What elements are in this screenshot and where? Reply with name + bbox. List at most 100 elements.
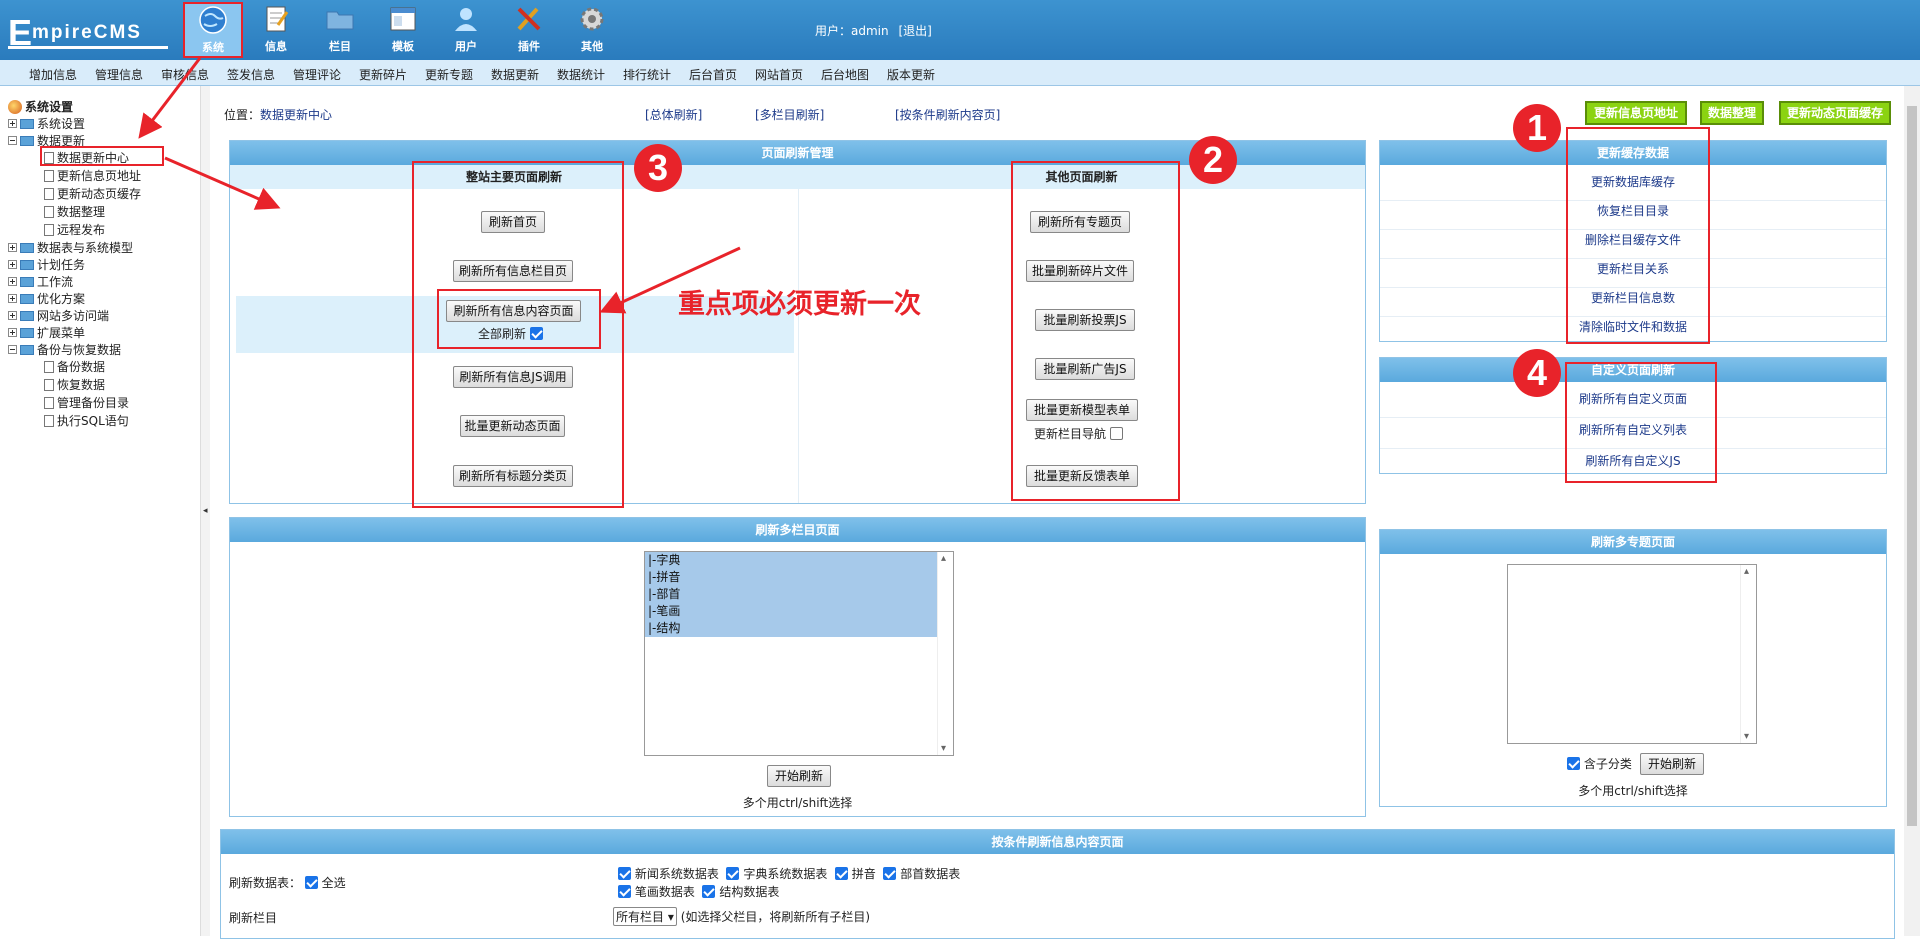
subnav-update-topic[interactable]: 更新专题 bbox=[425, 66, 473, 83]
folder-icon bbox=[20, 310, 34, 321]
subnav-manage-info[interactable]: 管理信息 bbox=[95, 66, 143, 83]
breadcrumb-current[interactable]: 数据更新中心 bbox=[260, 108, 332, 122]
empirecms-logo[interactable]: E mpireCMS bbox=[8, 12, 176, 53]
column-option[interactable]: |-结构 bbox=[645, 620, 937, 637]
column-option[interactable]: |-部首 bbox=[645, 586, 937, 603]
left-tree: 系统设置 系统设置 数据更新 数据更新中心 更新信息页地址 更新动态页缓存 数据… bbox=[0, 86, 200, 936]
expand-icon[interactable] bbox=[8, 328, 17, 337]
nav-template[interactable]: 模板 bbox=[373, 3, 433, 57]
subnav-audit-info[interactable]: 审核信息 bbox=[161, 66, 209, 83]
tree-item-restore-data[interactable]: 恢复数据 bbox=[44, 376, 105, 393]
subnav-update-fragment[interactable]: 更新碎片 bbox=[359, 66, 407, 83]
sidebar-toggle[interactable]: ◂ bbox=[200, 86, 210, 936]
listbox-scrollbar[interactable] bbox=[937, 552, 953, 755]
page-icon bbox=[44, 396, 54, 409]
link-condition-refresh[interactable]: [按条件刷新内容页] bbox=[895, 108, 1000, 122]
page-icon bbox=[44, 169, 54, 182]
expand-icon[interactable] bbox=[8, 294, 17, 303]
nav-column[interactable]: 栏目 bbox=[310, 3, 370, 57]
collapse-icon[interactable] bbox=[8, 136, 17, 145]
expand-icon[interactable] bbox=[8, 260, 17, 269]
subnav-rank-stats[interactable]: 排行统计 bbox=[623, 66, 671, 83]
tree-item-system-settings[interactable]: 系统设置 bbox=[8, 115, 85, 132]
expand-icon[interactable] bbox=[8, 243, 17, 252]
annotation-number-2: 2 bbox=[1189, 136, 1237, 184]
select-all-checkbox[interactable] bbox=[304, 876, 318, 889]
tree-item-manage-backup-dir[interactable]: 管理备份目录 bbox=[44, 394, 129, 411]
table-checkbox[interactable] bbox=[726, 867, 740, 880]
subnav-version-update[interactable]: 版本更新 bbox=[887, 66, 935, 83]
subnav-data-update[interactable]: 数据更新 bbox=[491, 66, 539, 83]
tree-item-optimization[interactable]: 优化方案 bbox=[8, 290, 85, 307]
page-icon bbox=[44, 205, 54, 218]
nav-other[interactable]: 其他 bbox=[562, 3, 622, 57]
start-multi-topic-refresh-button[interactable]: 开始刷新 bbox=[1640, 753, 1704, 775]
logout-link[interactable]: [退出] bbox=[898, 24, 931, 38]
page-scrollbar[interactable] bbox=[1904, 86, 1920, 936]
update-dynamic-cache-button[interactable]: 更新动态页面缓存 bbox=[1779, 101, 1891, 125]
update-info-url-button[interactable]: 更新信息页地址 bbox=[1585, 101, 1687, 125]
username: admin bbox=[851, 24, 889, 38]
page-icon bbox=[44, 187, 54, 200]
tree-root[interactable]: 系统设置 bbox=[8, 98, 73, 115]
expand-icon[interactable] bbox=[8, 277, 17, 286]
subnav-sign-info[interactable]: 签发信息 bbox=[227, 66, 275, 83]
nav-plugin[interactable]: 插件 bbox=[499, 3, 559, 57]
page-icon bbox=[44, 414, 54, 427]
multi-column-panel: 刷新多栏目页面 |-字典 |-拼音 |-部首 |-笔画 |-结构 开始刷新 多个… bbox=[229, 517, 1366, 817]
topic-listbox[interactable] bbox=[1507, 564, 1757, 744]
tree-item-data-organize[interactable]: 数据整理 bbox=[44, 203, 105, 220]
globe-icon bbox=[199, 6, 227, 34]
subnav-site-home[interactable]: 网站首页 bbox=[755, 66, 803, 83]
tree-item-scheduled-tasks[interactable]: 计划任务 bbox=[8, 256, 85, 273]
nav-info[interactable]: 信息 bbox=[246, 3, 306, 57]
template-icon bbox=[390, 7, 416, 31]
subnav-add-info[interactable]: 增加信息 bbox=[29, 66, 77, 83]
table-checkbox[interactable] bbox=[618, 867, 631, 880]
condition-refresh-title: 按条件刷新信息内容页面 bbox=[221, 830, 1894, 854]
table-checkbox[interactable] bbox=[883, 867, 897, 880]
link-overall-refresh[interactable]: [总体刷新] bbox=[645, 108, 702, 122]
start-multi-column-refresh-button[interactable]: 开始刷新 bbox=[767, 765, 831, 787]
multi-column-title: 刷新多栏目页面 bbox=[230, 518, 1365, 542]
expand-icon[interactable] bbox=[8, 119, 17, 128]
column-listbox[interactable]: |-字典 |-拼音 |-部首 |-笔画 |-结构 bbox=[644, 551, 954, 756]
subnav-admin-home[interactable]: 后台首页 bbox=[689, 66, 737, 83]
tree-item-exec-sql[interactable]: 执行SQL语句 bbox=[44, 412, 129, 429]
tree-item-workflow[interactable]: 工作流 bbox=[8, 273, 73, 290]
condition-refresh-panel: 按条件刷新信息内容页面 刷新数据表： 全选 新闻系统数据表 字典系统数据表 拼音… bbox=[220, 829, 1895, 939]
page-refresh-panel: 页面刷新管理 整站主要页面刷新 其他页面刷新 刷新首页 刷新所有信息栏目页 刷新… bbox=[229, 140, 1366, 504]
tree-item-update-info-url[interactable]: 更新信息页地址 bbox=[44, 167, 141, 184]
column-option[interactable]: |-字典 bbox=[645, 552, 937, 569]
column-select[interactable]: 所有栏目 ▾ bbox=[613, 907, 677, 926]
table-checkbox[interactable] bbox=[618, 885, 631, 898]
include-sub-checkbox[interactable] bbox=[1567, 757, 1580, 770]
tree-item-multi-access[interactable]: 网站多访问端 bbox=[8, 307, 109, 324]
nav-system[interactable]: 系统 bbox=[183, 2, 243, 58]
link-multi-column-refresh[interactable]: [多栏目刷新] bbox=[755, 108, 824, 122]
data-organize-button[interactable]: 数据整理 bbox=[1700, 101, 1764, 125]
folder-icon bbox=[20, 242, 34, 253]
subnav-admin-map[interactable]: 后台地图 bbox=[821, 66, 869, 83]
folder-icon bbox=[20, 135, 34, 146]
table-checkbox[interactable] bbox=[834, 867, 848, 880]
collapse-icon[interactable] bbox=[8, 345, 17, 354]
subnav-data-stats[interactable]: 数据统计 bbox=[557, 66, 605, 83]
annotation-box-cache bbox=[1566, 127, 1710, 344]
tree-item-backup-restore[interactable]: 备份与恢复数据 bbox=[8, 341, 121, 358]
nav-user[interactable]: 用户 bbox=[436, 3, 496, 57]
tree-item-extend-menu[interactable]: 扩展菜单 bbox=[8, 324, 85, 341]
tree-item-data-tables[interactable]: 数据表与系统模型 bbox=[8, 239, 133, 256]
listbox-scrollbar[interactable] bbox=[1740, 565, 1756, 743]
expand-icon[interactable] bbox=[8, 311, 17, 320]
user-icon bbox=[455, 8, 477, 31]
column-option[interactable]: |-拼音 bbox=[645, 569, 937, 586]
tree-item-update-dynamic-cache[interactable]: 更新动态页缓存 bbox=[44, 185, 141, 202]
document-icon bbox=[266, 6, 289, 32]
tree-item-remote-publish[interactable]: 远程发布 bbox=[44, 221, 105, 238]
subnav-manage-comment[interactable]: 管理评论 bbox=[293, 66, 341, 83]
column-option[interactable]: |-笔画 bbox=[645, 603, 937, 620]
page-icon bbox=[44, 378, 54, 391]
tree-item-backup-data[interactable]: 备份数据 bbox=[44, 358, 105, 375]
table-checkbox[interactable] bbox=[702, 885, 716, 898]
